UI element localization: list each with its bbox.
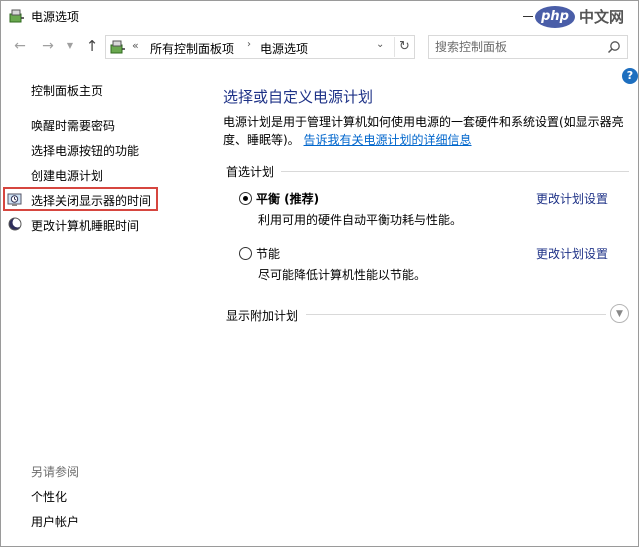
section-divider — [281, 171, 629, 172]
refresh-icon[interactable]: ↻ — [394, 37, 414, 57]
window-title: 电源选项 — [31, 10, 80, 24]
address-bar[interactable]: « 所有控制面板项 › 电源选项 ⌄ ↻ — [105, 35, 415, 59]
navigation-bar: ← → ▼ ↑ « 所有控制面板项 › 电源选项 ⌄ ↻ — [1, 33, 638, 61]
back-arrow-icon[interactable]: ← — [9, 35, 31, 57]
breadcrumb-power-options[interactable]: 电源选项 — [260, 40, 308, 57]
sleep-moon-icon — [8, 217, 22, 231]
sidebar-item-control-panel-home[interactable]: 控制面板主页 — [31, 82, 103, 99]
breadcrumb-all-control-panel-items[interactable]: 所有控制面板项 — [150, 40, 234, 57]
watermark: php 中文网 — [535, 2, 638, 30]
address-dropdown-icon[interactable]: ⌄ — [376, 39, 384, 50]
sidebar: 控制面板主页 唤醒时需要密码 选择电源按钮的功能 创建电源计划 选择关闭显示器的… — [1, 71, 201, 546]
plan-name-power-saver[interactable]: 节能 — [256, 245, 280, 262]
power-plan-info-link[interactable]: 告诉我有关电源计划的详细信息 — [304, 133, 472, 147]
sidebar-item-require-password-on-wakeup[interactable]: 唤醒时需要密码 — [31, 117, 115, 134]
plan-radio-balanced[interactable] — [239, 192, 252, 205]
forward-arrow-icon[interactable]: → — [37, 35, 59, 57]
power-options-icon — [9, 9, 24, 23]
page-description: 电源计划是用于管理计算机如何使用电源的一套硬件和系统设置(如显示器亮度、睡眠等)… — [223, 113, 628, 149]
plan-name-balanced[interactable]: 平衡 (推荐) — [256, 190, 319, 207]
sidebar-item-personalization[interactable]: 个性化 — [31, 488, 67, 505]
plan-description-power-saver: 尽可能降低计算机性能以节能。 — [258, 268, 427, 282]
additional-plans-divider — [306, 314, 606, 315]
search-icon[interactable] — [607, 40, 621, 54]
search-box[interactable] — [428, 35, 628, 59]
display-clock-icon — [7, 193, 22, 206]
change-plan-settings-balanced-link[interactable]: 更改计划设置 — [536, 190, 608, 207]
title-bar: 电源选项 php 中文网 — [1, 1, 638, 31]
plan-description-balanced: 利用可用的硬件自动平衡功耗与性能。 — [258, 213, 463, 227]
page-title: 选择或自定义电源计划 — [223, 88, 374, 106]
watermark-text: 中文网 — [579, 8, 625, 26]
see-also-heading: 另请参阅 — [31, 465, 80, 479]
breadcrumb-separator-icon[interactable]: › — [247, 39, 251, 50]
sidebar-item-turn-off-display[interactable]: 选择关闭显示器的时间 — [31, 192, 151, 209]
sidebar-item-create-power-plan[interactable]: 创建电源计划 — [31, 167, 103, 184]
sidebar-item-user-accounts[interactable]: 用户帐户 — [31, 513, 79, 530]
search-input[interactable] — [435, 39, 605, 55]
plan-radio-power-saver[interactable] — [239, 247, 252, 260]
watermark-logo: php — [535, 6, 575, 28]
change-plan-settings-power-saver-link[interactable]: 更改计划设置 — [536, 245, 608, 262]
sidebar-item-change-sleep-time[interactable]: 更改计算机睡眠时间 — [31, 217, 139, 234]
breadcrumb-overflow[interactable]: « — [132, 39, 139, 52]
preferred-plans-heading: 首选计划 — [226, 165, 275, 179]
show-additional-plans-label[interactable]: 显示附加计划 — [226, 307, 298, 324]
power-options-window: 电源选项 php 中文网 ← → ▼ ↑ « 所有控制面板项 › 电源选项 ⌄ … — [0, 0, 639, 547]
recent-locations-chevron-icon[interactable]: ▼ — [63, 35, 77, 57]
help-icon[interactable]: ? — [622, 68, 638, 84]
sidebar-item-power-button-function[interactable]: 选择电源按钮的功能 — [31, 142, 139, 159]
expand-chevron-icon[interactable]: ▼ — [610, 304, 629, 323]
up-arrow-icon[interactable]: ↑ — [81, 35, 103, 57]
control-panel-icon — [110, 40, 125, 54]
